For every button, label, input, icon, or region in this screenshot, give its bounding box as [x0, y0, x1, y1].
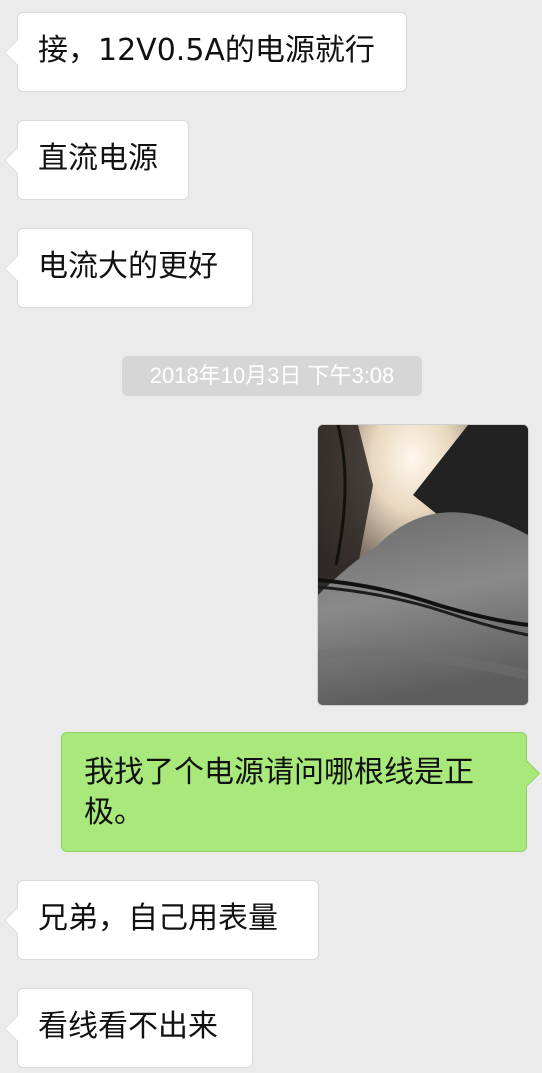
message-text: 兄弟，自己用表量 [38, 901, 278, 936]
message-bubble-outgoing[interactable]: 我找了个电源请问哪根线是正极。 [61, 732, 527, 852]
message-text: 看线看不出来 [38, 1009, 218, 1044]
photo-thumbnail [318, 425, 528, 705]
message-bubble-incoming[interactable]: 直流电源 [17, 120, 189, 200]
message-text: 我找了个电源请问哪根线是正极。 [84, 755, 474, 830]
message-bubble-incoming[interactable]: 接，12V0.5A的电源就行 [17, 12, 407, 92]
message-text: 直流电源 [38, 141, 158, 176]
message-bubble-incoming[interactable]: 电流大的更好 [17, 228, 253, 308]
message-text: 电流大的更好 [38, 249, 218, 284]
image-message[interactable] [317, 424, 529, 706]
message-bubble-incoming[interactable]: 兄弟，自己用表量 [17, 880, 319, 960]
message-bubble-incoming[interactable]: 看线看不出来 [17, 988, 253, 1068]
message-text: 接，12V0.5A的电源就行 [38, 33, 375, 68]
message-timestamp: 2018年10月3日 下午3:08 [122, 356, 422, 396]
